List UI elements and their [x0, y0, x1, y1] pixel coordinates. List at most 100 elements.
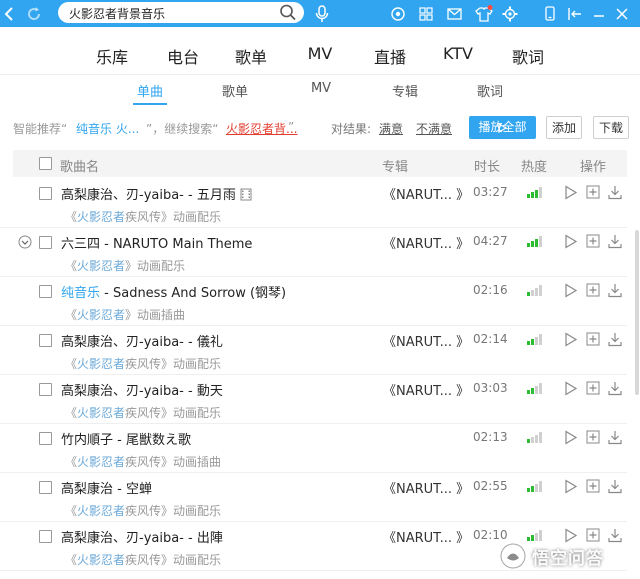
- song-title[interactable]: 竹内順子 - 尾獣数え歌: [61, 429, 191, 448]
- song-title[interactable]: 高梨康治、刃-yaiba- - 儀礼: [61, 331, 223, 350]
- download-icon[interactable]: [608, 283, 622, 298]
- song-album[interactable]: 《NARUT... 》: [383, 184, 469, 203]
- col-duration: 时长: [474, 160, 501, 175]
- nav-item-lyrics[interactable]: 歌词: [512, 44, 544, 68]
- tab-albums[interactable]: 专辑: [392, 81, 418, 100]
- song-row[interactable]: 高梨康治 - 空蝉 《火影忍者疾风传》动画配乐 《NARUT... 》 02:55: [0, 473, 627, 522]
- target-icon[interactable]: [388, 0, 408, 27]
- song-description: 《火影忍者疾风传》动画插曲: [65, 453, 221, 470]
- add-to-list-icon[interactable]: [586, 479, 600, 493]
- add-to-list-icon[interactable]: [586, 185, 600, 199]
- mini-mode-icon[interactable]: [565, 0, 585, 27]
- song-row[interactable]: 高梨康治、刃-yaiba- - 動天 《火影忍者疾风传》动画配乐 《NARUT...…: [0, 375, 627, 424]
- song-row[interactable]: 高梨康治、刃-yaiba- - 五月雨 《火影忍者疾风传》动画配乐 《NARUT..…: [0, 179, 627, 228]
- download-icon[interactable]: [608, 234, 622, 249]
- search-icon[interactable]: [278, 2, 298, 23]
- add-button[interactable]: 添加: [546, 116, 582, 139]
- song-checkbox[interactable]: [39, 432, 52, 445]
- mv-film-icon[interactable]: [240, 188, 252, 201]
- song-checkbox[interactable]: [39, 481, 52, 494]
- feedback-unsatisfied-link[interactable]: 不满意: [416, 120, 452, 137]
- continue-search-link[interactable]: 火影忍者背...: [226, 120, 297, 137]
- tab-mv[interactable]: MV: [311, 81, 331, 96]
- phone-icon[interactable]: [541, 0, 559, 27]
- song-description-highlight: 火影忍者: [77, 210, 126, 224]
- nav-item-ktv[interactable]: KTV: [443, 44, 473, 63]
- song-title[interactable]: 高梨康治、刃-yaiba- - 五月雨: [61, 184, 252, 203]
- add-label: 添加: [551, 121, 576, 135]
- nav-item-library[interactable]: 乐库: [96, 44, 128, 68]
- heat-indicator: [527, 432, 545, 443]
- minimize-icon[interactable]: [589, 0, 609, 27]
- add-to-list-icon[interactable]: [586, 283, 600, 297]
- settings-gear-icon[interactable]: [500, 0, 520, 27]
- feedback-satisfied-link[interactable]: 满意: [379, 120, 403, 137]
- play-icon[interactable]: [564, 332, 578, 347]
- close-icon[interactable]: [612, 0, 632, 27]
- search-input[interactable]: 火影忍者背景音乐: [58, 2, 304, 23]
- nav-item-live[interactable]: 直播: [374, 44, 406, 68]
- song-description-post: 疾风传》动画配乐: [125, 504, 222, 518]
- refresh-icon[interactable]: [24, 0, 44, 27]
- play-icon[interactable]: [564, 381, 578, 396]
- add-to-list-icon[interactable]: [586, 381, 600, 395]
- play-all-button[interactable]: 播放全部: [469, 116, 536, 139]
- song-album[interactable]: 《NARUT... 》: [383, 233, 469, 252]
- song-album[interactable]: 《NARUT... 》: [383, 527, 469, 546]
- heat-bar: [535, 288, 538, 296]
- song-row[interactable]: 竹内順子 - 尾獣数え歌 《火影忍者疾风传》动画插曲 02:13: [0, 424, 627, 473]
- nav-item-playlists[interactable]: 歌单: [235, 44, 267, 68]
- song-checkbox[interactable]: [39, 187, 52, 200]
- song-title[interactable]: 高梨康治、刃-yaiba- - 出陣: [61, 527, 223, 546]
- song-checkbox[interactable]: [39, 383, 52, 396]
- song-checkbox[interactable]: [39, 236, 52, 249]
- tab-playlists[interactable]: 歌单: [222, 81, 248, 100]
- recommend-suggestion-link[interactable]: 纯音乐 火...: [76, 120, 139, 137]
- song-title[interactable]: 纯音乐 - Sadness And Sorrow (钢琴): [61, 282, 286, 301]
- microphone-icon[interactable]: [312, 0, 332, 27]
- song-album[interactable]: 《NARUT... 》: [383, 331, 469, 350]
- song-row[interactable]: 纯音乐 - Sadness And Sorrow (钢琴) 《火影忍者》动画插曲 0…: [0, 277, 627, 326]
- tab-songs[interactable]: 单曲: [137, 81, 163, 100]
- song-row[interactable]: 六三四 - NARUTO Main Theme 《火影忍者》动画配乐 《NARUT.…: [0, 228, 627, 277]
- download-icon[interactable]: [608, 430, 622, 445]
- download-icon[interactable]: [608, 528, 622, 543]
- back-icon[interactable]: [0, 0, 18, 27]
- song-title[interactable]: 六三四 - NARUTO Main Theme: [61, 233, 252, 252]
- song-checkbox[interactable]: [39, 285, 52, 298]
- song-album[interactable]: 《NARUT... 》: [383, 478, 469, 497]
- play-icon[interactable]: [564, 283, 578, 298]
- apps-grid-icon[interactable]: [416, 0, 436, 27]
- song-title[interactable]: 高梨康治、刃-yaiba- - 動天: [61, 380, 223, 399]
- play-icon[interactable]: [564, 185, 578, 200]
- download-icon[interactable]: [608, 479, 622, 494]
- nav-item-radio[interactable]: 电台: [167, 44, 199, 68]
- song-row[interactable]: 高梨康治、刃-yaiba- - 儀礼 《火影忍者疾风传》动画配乐 《NARUT...…: [0, 326, 627, 375]
- scrollbar-thumb[interactable]: [635, 230, 639, 395]
- download-icon[interactable]: [608, 332, 622, 347]
- download-icon[interactable]: [608, 381, 622, 396]
- add-to-list-icon[interactable]: [586, 332, 600, 346]
- play-icon[interactable]: [564, 479, 578, 494]
- download-icon[interactable]: [608, 185, 622, 200]
- song-album[interactable]: 《NARUT... 》: [383, 380, 469, 399]
- music-search-window: 火影忍者背景音乐 乐库 电台 歌单 MV 直播 KTV 歌词 单曲 歌单 MV …: [0, 0, 640, 579]
- song-title-prefix[interactable]: 纯音乐: [61, 286, 100, 301]
- song-checkbox[interactable]: [39, 334, 52, 347]
- collapse-chevron-icon[interactable]: [18, 235, 32, 249]
- song-title-text: 高梨康治、刃-yaiba- - 五月雨: [61, 188, 236, 203]
- select-all-checkbox[interactable]: [39, 157, 52, 170]
- play-icon[interactable]: [564, 430, 578, 445]
- nav-item-mv[interactable]: MV: [308, 44, 333, 63]
- download-button[interactable]: 下载: [593, 116, 629, 139]
- tab-lyrics[interactable]: 歌词: [477, 81, 503, 100]
- add-to-list-icon[interactable]: [586, 430, 600, 444]
- mail-icon[interactable]: [444, 0, 464, 27]
- add-to-list-icon[interactable]: [586, 234, 600, 248]
- song-checkbox[interactable]: [39, 530, 52, 543]
- skin-shirt-icon[interactable]: [472, 0, 496, 27]
- play-icon[interactable]: [564, 234, 578, 249]
- song-title[interactable]: 高梨康治 - 空蝉: [61, 478, 152, 497]
- heat-indicator: [527, 187, 545, 198]
- song-description-highlight: 火影忍者: [77, 308, 126, 322]
